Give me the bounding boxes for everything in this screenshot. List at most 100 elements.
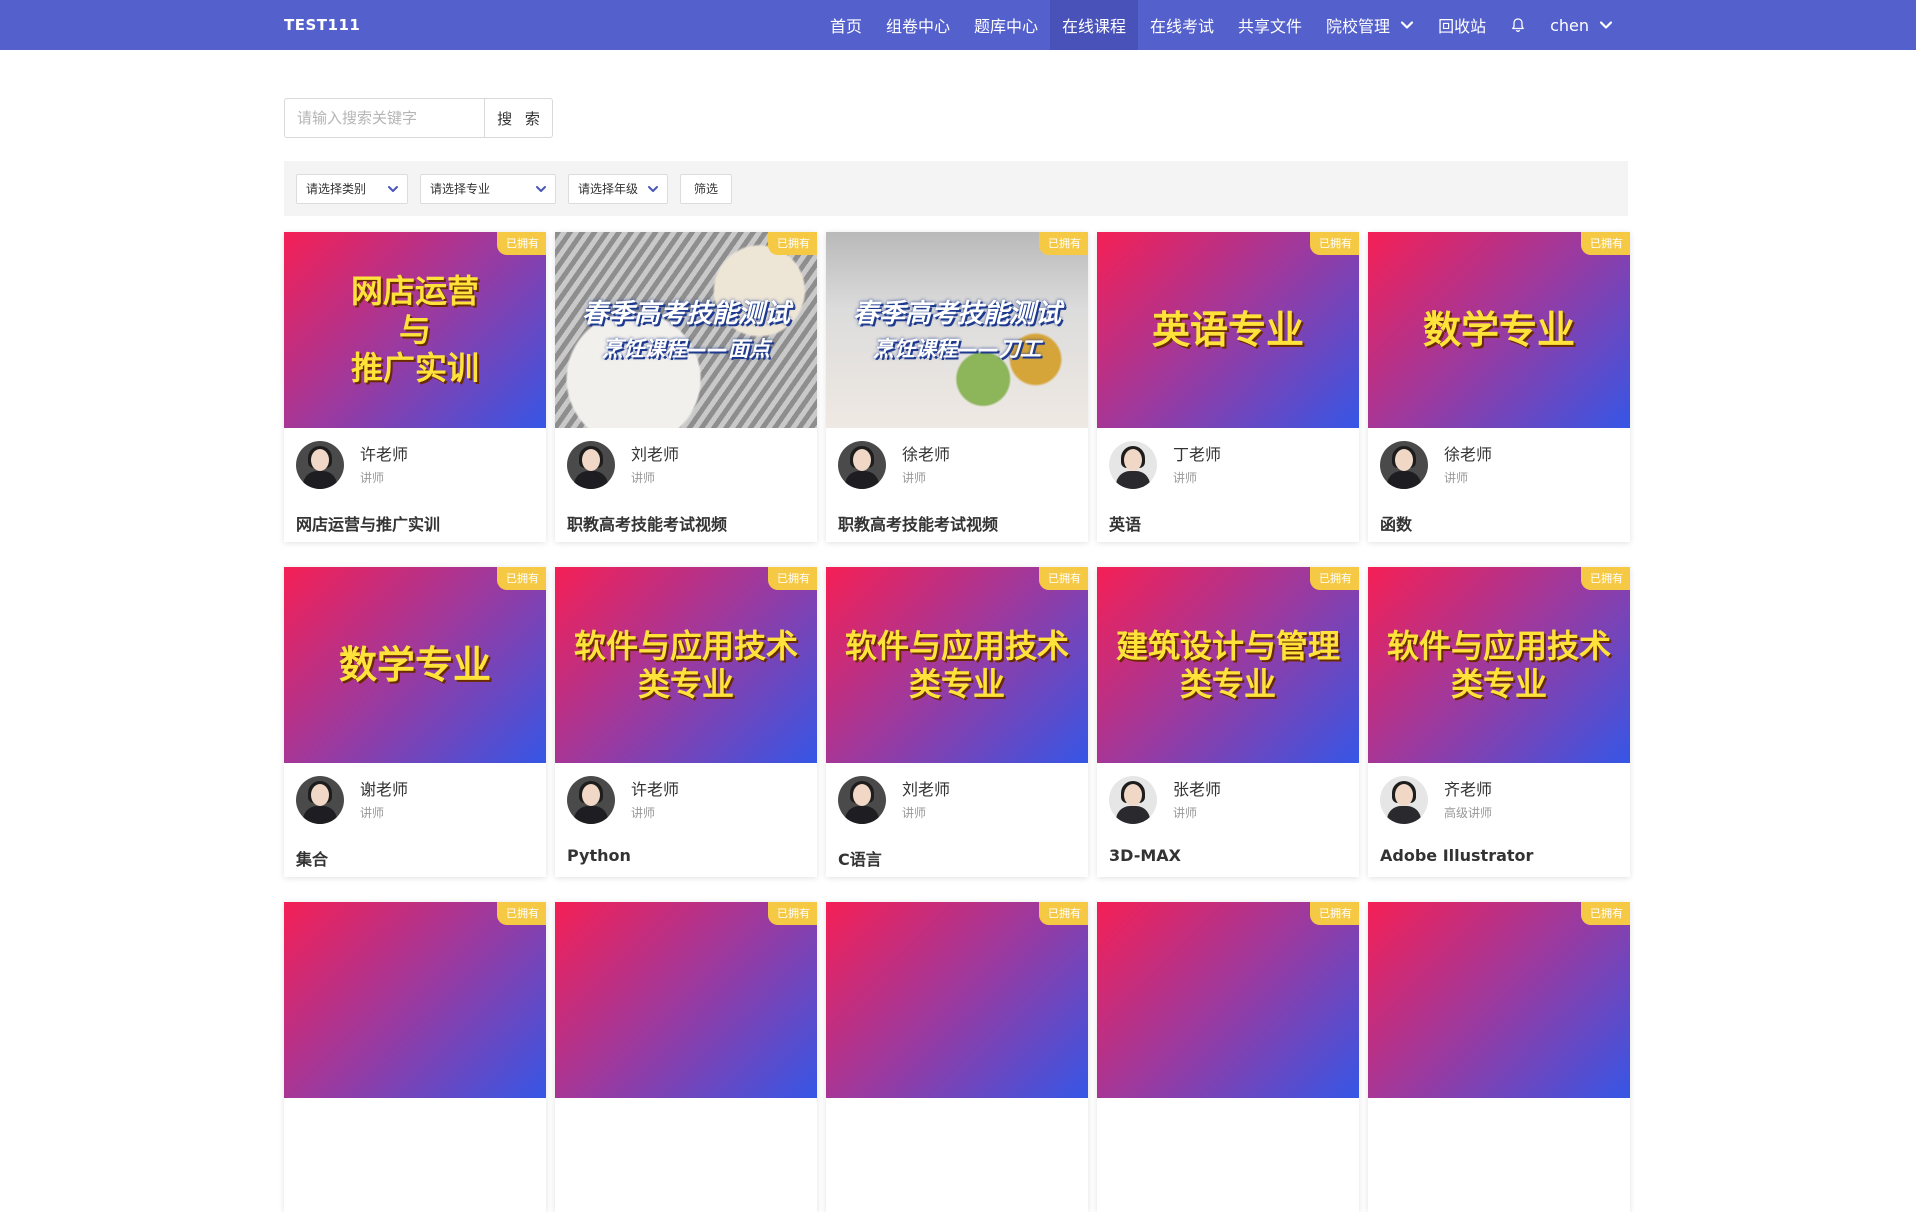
- course-name[interactable]: 职教高考技能考试视频: [838, 511, 998, 535]
- course-cover[interactable]: 春季高考技能测试 烹饪课程——面点 已拥有: [555, 232, 817, 428]
- nav-recycle-bin[interactable]: 回收站: [1426, 0, 1498, 50]
- course-card[interactable]: 软件与应用技术 类专业 已拥有许老师 讲师 Python: [555, 567, 817, 877]
- filter-bar: 请选择类别 请选择专业 请选择年级 筛选: [284, 161, 1628, 216]
- course-name[interactable]: 集合: [296, 846, 328, 870]
- course-name[interactable]: 职教高考技能考试视频: [567, 511, 727, 535]
- teacher-avatar: [838, 441, 886, 489]
- owned-badge: 已拥有: [1310, 567, 1359, 590]
- brand-logo[interactable]: TEST111: [284, 0, 360, 50]
- course-cover[interactable]: 已拥有: [1097, 902, 1359, 1098]
- course-card[interactable]: 软件与应用技术 类专业 已拥有齐老师 高级讲师 Adobe Illustrator: [1368, 567, 1630, 877]
- avatar-suit: [303, 471, 337, 489]
- teacher-info: 徐老师 讲师: [838, 441, 950, 489]
- course-cover[interactable]: 已拥有: [1368, 902, 1630, 1098]
- course-cover[interactable]: 已拥有: [555, 902, 817, 1098]
- teacher-info: 刘老师 讲师: [567, 441, 679, 489]
- teacher-title: 讲师: [1173, 805, 1198, 820]
- teacher-name: 徐老师: [1444, 444, 1493, 464]
- avatar-suit: [845, 471, 879, 489]
- course-card[interactable]: 已拥有: [826, 902, 1088, 1212]
- course-name[interactable]: 函数: [1380, 511, 1412, 535]
- nav-school-management[interactable]: 院校管理: [1314, 0, 1426, 50]
- avatar-suit: [1387, 806, 1421, 824]
- course-cover[interactable]: 网店运营 与 推广实训 已拥有: [284, 232, 546, 428]
- search-button[interactable]: 搜 索: [484, 98, 553, 138]
- user-menu[interactable]: chen: [1538, 0, 1625, 50]
- avatar-face: [582, 449, 600, 471]
- course-cover[interactable]: 春季高考技能测试 烹饪课程——刀工 已拥有: [826, 232, 1088, 428]
- notification-button[interactable]: [1498, 0, 1538, 50]
- cover-title: 春季高考技能测试 烹饪课程——面点: [582, 295, 790, 366]
- teacher-info: 许老师 讲师: [567, 776, 679, 824]
- course-name[interactable]: C语言: [838, 846, 882, 870]
- course-card[interactable]: 春季高考技能测试 烹饪课程——面点 已拥有刘老师 讲师职教高考技能考试视频: [555, 232, 817, 542]
- course-card[interactable]: 网店运营 与 推广实训 已拥有许老师 讲师网店运营与推广实训: [284, 232, 546, 542]
- teacher-avatar: [1380, 776, 1428, 824]
- course-cover[interactable]: 已拥有: [826, 902, 1088, 1098]
- course-cover[interactable]: 软件与应用技术 类专业 已拥有: [826, 567, 1088, 763]
- course-card[interactable]: 已拥有: [1368, 902, 1630, 1212]
- course-card[interactable]: 软件与应用技术 类专业 已拥有 刘老师 讲师 C语言: [826, 567, 1088, 877]
- course-name[interactable]: 3D-MAX: [1109, 846, 1181, 865]
- course-name[interactable]: 网店运营与推广实训: [296, 511, 440, 535]
- course-card[interactable]: 数学专业 已拥有 谢老师 讲师 集合: [284, 567, 546, 877]
- course-card[interactable]: 已拥有: [1097, 902, 1359, 1212]
- cover-title: 建筑设计与管理 类专业: [1115, 626, 1340, 703]
- teacher-title: 讲师: [1444, 470, 1469, 485]
- search-input[interactable]: [284, 98, 484, 138]
- course-card[interactable]: 已拥有: [555, 902, 817, 1212]
- teacher-avatar: [296, 441, 344, 489]
- course-name[interactable]: 英语: [1109, 511, 1141, 535]
- course-card[interactable]: 建筑设计与管理 类专业 已拥有张老师讲师 3D-MAX: [1097, 567, 1359, 877]
- teacher-name: 刘老师: [902, 779, 951, 799]
- course-card[interactable]: 英语专业 已拥有丁老师 讲师英语: [1097, 232, 1359, 542]
- course-cover[interactable]: 软件与应用技术 类专业 已拥有: [1368, 567, 1630, 763]
- teacher-info: 许老师 讲师: [296, 441, 408, 489]
- teacher-info: 张老师 讲师: [1109, 776, 1221, 824]
- course-cover[interactable]: 软件与应用技术 类专业 已拥有: [555, 567, 817, 763]
- nav-shared-files[interactable]: 共享文件: [1226, 0, 1314, 50]
- teacher-name: 张老师: [1173, 779, 1222, 799]
- course-cover[interactable]: 英语专业 已拥有: [1097, 232, 1359, 428]
- nav-question-bank[interactable]: 题库中心: [962, 0, 1050, 50]
- course-card[interactable]: 数学专业 已拥有徐老师讲师函数: [1368, 232, 1630, 542]
- nav-online-exam-label: 在线考试: [1150, 17, 1215, 36]
- chevron-down-icon: [536, 186, 546, 192]
- cover-title: 数学专业: [1422, 307, 1575, 353]
- nav-school-management-label: 院校管理: [1326, 17, 1391, 36]
- owned-badge: 已拥有: [768, 232, 817, 255]
- course-cover[interactable]: 建筑设计与管理 类专业 已拥有: [1097, 567, 1359, 763]
- teacher-text: 丁老师 讲师: [1173, 444, 1221, 487]
- avatar-suit: [1116, 471, 1150, 489]
- category-select[interactable]: 请选择类别: [296, 174, 408, 204]
- cover-title-line: 烹饪课程——面点: [601, 336, 770, 361]
- course-card[interactable]: 已拥有: [284, 902, 546, 1212]
- avatar-suit: [303, 806, 337, 824]
- owned-badge: 已拥有: [1581, 567, 1630, 590]
- owned-badge: 已拥有: [1581, 232, 1630, 255]
- major-select[interactable]: 请选择专业: [420, 174, 556, 204]
- filter-button[interactable]: 筛选: [680, 174, 732, 204]
- chevron-down-icon: [388, 186, 398, 192]
- cover-title: 软件与应用技术 类专业: [573, 626, 798, 703]
- teacher-name: 齐老师: [1444, 779, 1493, 799]
- course-name[interactable]: Adobe Illustrator: [1380, 846, 1533, 865]
- course-name[interactable]: Python: [567, 846, 631, 865]
- avatar-face: [1395, 449, 1413, 471]
- avatar-suit: [1116, 806, 1150, 824]
- cover-title: 软件与应用技术 类专业: [1386, 626, 1611, 703]
- teacher-info: 齐老师 高级讲师: [1380, 776, 1492, 824]
- avatar-face: [853, 784, 871, 806]
- nav-online-course[interactable]: 在线课程: [1050, 0, 1139, 50]
- course-cover[interactable]: 数学专业 已拥有: [284, 567, 546, 763]
- nav-shared-files-label: 共享文件: [1238, 17, 1303, 36]
- course-cover[interactable]: 数学专业 已拥有: [1368, 232, 1630, 428]
- nav-home-label: 首页: [829, 17, 862, 36]
- grade-select[interactable]: 请选择年级: [568, 174, 668, 204]
- teacher-text: 许老师 讲师: [631, 779, 679, 822]
- course-cover[interactable]: 已拥有: [284, 902, 546, 1098]
- nav-home[interactable]: 首页: [818, 0, 874, 50]
- nav-online-exam[interactable]: 在线考试: [1138, 0, 1226, 50]
- nav-paper-center[interactable]: 组卷中心: [874, 0, 962, 50]
- course-card[interactable]: 春季高考技能测试 烹饪课程——刀工 已拥有徐老师 讲师职教高考技能考试视频: [826, 232, 1088, 542]
